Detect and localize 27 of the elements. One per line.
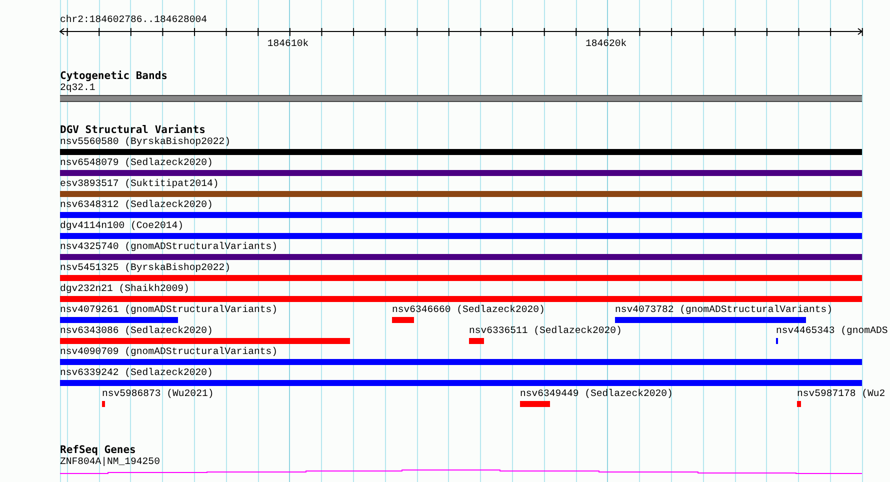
variant-label: nsv6348312 (Sedlazeck2020) <box>60 199 213 211</box>
variant-label: nsv5451325 (ByrskaBishop2022) <box>60 262 230 274</box>
variant-label: nsv6548079 (Sedlazeck2020) <box>60 157 213 169</box>
variant-label: nsv6336511 (Sedlazeck2020) <box>469 325 622 337</box>
variant-label: nsv6343086 (Sedlazeck2020) <box>60 325 213 337</box>
variant-label: nsv6339242 (Sedlazeck2020) <box>60 367 213 379</box>
variant-label: esv3893517 (Suktitipat2014) <box>60 178 219 190</box>
variant-label: nsv5987178 (Wu2 <box>797 388 886 400</box>
location-label: chr2:184602786..184628004 <box>60 14 207 26</box>
variant-label: nsv5986873 (Wu2021) <box>102 388 214 400</box>
variant-label: nsv4079261 (gnomADStructuralVariants) <box>60 304 278 316</box>
variant-label: nsv6346660 (Sedlazeck2020) <box>392 304 545 316</box>
variant-label: nsv4465343 (gnomADS <box>776 325 888 337</box>
track-title: RefSeq Genes <box>60 444 136 456</box>
variant-label: dgv4114n100 (Coe2014) <box>60 220 184 232</box>
variant-label: nsv4073782 (gnomADStructuralVariants) <box>615 304 833 316</box>
track-title: DGV Structural Variants <box>60 124 206 136</box>
tick-label: 184620k <box>585 38 627 50</box>
track-title: Cytogenetic Bands <box>60 70 168 82</box>
variant-label: nsv6349449 (Sedlazeck2020) <box>520 388 673 400</box>
variant-label: nsv5560580 (ByrskaBishop2022) <box>60 136 230 148</box>
tick-label: 184610k <box>267 38 309 50</box>
variant-label: dgv232n21 (Shaikh2009) <box>60 283 190 295</box>
variant-label: nsv4090709 (gnomADStructuralVariants) <box>60 346 278 358</box>
band-label: 2q32.1 <box>60 82 96 94</box>
variant-label: nsv4325740 (gnomADStructuralVariants) <box>60 241 278 253</box>
gene-label: ZNF804A|NM_194250 <box>60 456 160 468</box>
